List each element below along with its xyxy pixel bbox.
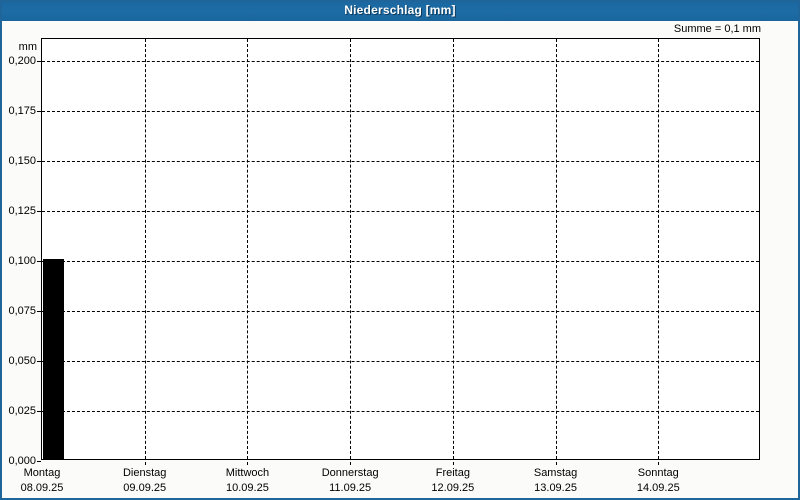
x-tick-mark (145, 462, 146, 465)
y-tick-label: 0,100 (8, 255, 36, 267)
y-tick-label: 0,000 (8, 455, 36, 467)
y-tick-label: 0,175 (8, 105, 36, 117)
y-tick-mark (37, 161, 41, 162)
y-gridline (42, 261, 759, 262)
y-tick-mark (37, 311, 41, 312)
y-gridline (42, 411, 759, 412)
y-tick-mark (37, 211, 41, 212)
x-axis-date-label: 08.09.25 (20, 482, 64, 494)
x-axis-date-label: 11.09.25 (329, 482, 372, 494)
x-axis-date-label: 12.09.25 (431, 482, 475, 494)
y-tick-label: 0,075 (8, 305, 36, 317)
sum-total-label: Summe = 0,1 mm (673, 23, 761, 35)
y-tick-mark (37, 461, 41, 462)
y-tick-mark (37, 361, 41, 362)
x-tick-mark (350, 462, 351, 465)
x-axis-day-label: Donnerstag (321, 467, 379, 479)
y-gridline (42, 311, 759, 312)
x-axis-day-label: Dienstag (122, 467, 167, 479)
y-tick-label: 0,200 (8, 55, 36, 67)
x-gridline (658, 39, 659, 459)
y-tick-label: 0,125 (8, 205, 36, 217)
x-axis-day-label: Samstag (533, 467, 578, 479)
x-axis-date-label: 14.09.25 (636, 482, 680, 494)
x-gridline (453, 39, 454, 459)
x-tick-mark (247, 462, 248, 465)
weather-chart-window: Niederschlag [mm] Summe = 0,1 mm mm 0,20… (0, 0, 800, 500)
y-gridline (42, 211, 759, 212)
y-gridline (42, 61, 759, 62)
y-gridline (42, 111, 759, 112)
x-axis-date-label: 10.09.25 (226, 482, 269, 494)
y-tick-label: 0,050 (8, 355, 36, 367)
x-tick-mark (658, 462, 659, 465)
y-tick-label: 0,150 (8, 155, 36, 167)
x-tick-mark (453, 462, 454, 465)
plot-area (41, 38, 760, 460)
precipitation-bar (43, 259, 64, 459)
y-tick-mark (37, 261, 41, 262)
x-axis-date-label: 09.09.25 (123, 482, 167, 494)
x-gridline (350, 39, 351, 459)
x-axis-day-label: Freitag (435, 467, 470, 479)
x-gridline (556, 39, 557, 459)
x-axis-day-label: Montag (23, 467, 61, 479)
title-bar: Niederschlag [mm] (0, 0, 800, 21)
chart-title: Niederschlag [mm] (344, 3, 456, 17)
x-gridline (145, 39, 146, 459)
y-tick-mark (37, 411, 41, 412)
x-axis-day-label: Mittwoch (225, 467, 270, 479)
x-tick-mark (556, 462, 557, 465)
x-axis-date-label: 13.09.25 (534, 482, 577, 494)
x-gridline (247, 39, 248, 459)
y-axis-unit-label: mm (18, 41, 37, 53)
y-gridline (42, 161, 759, 162)
y-tick-mark (37, 61, 41, 62)
x-axis-day-label: Sonntag (637, 467, 679, 479)
y-tick-label: 0,025 (8, 405, 36, 417)
y-tick-mark (37, 111, 41, 112)
y-gridline (42, 361, 759, 362)
